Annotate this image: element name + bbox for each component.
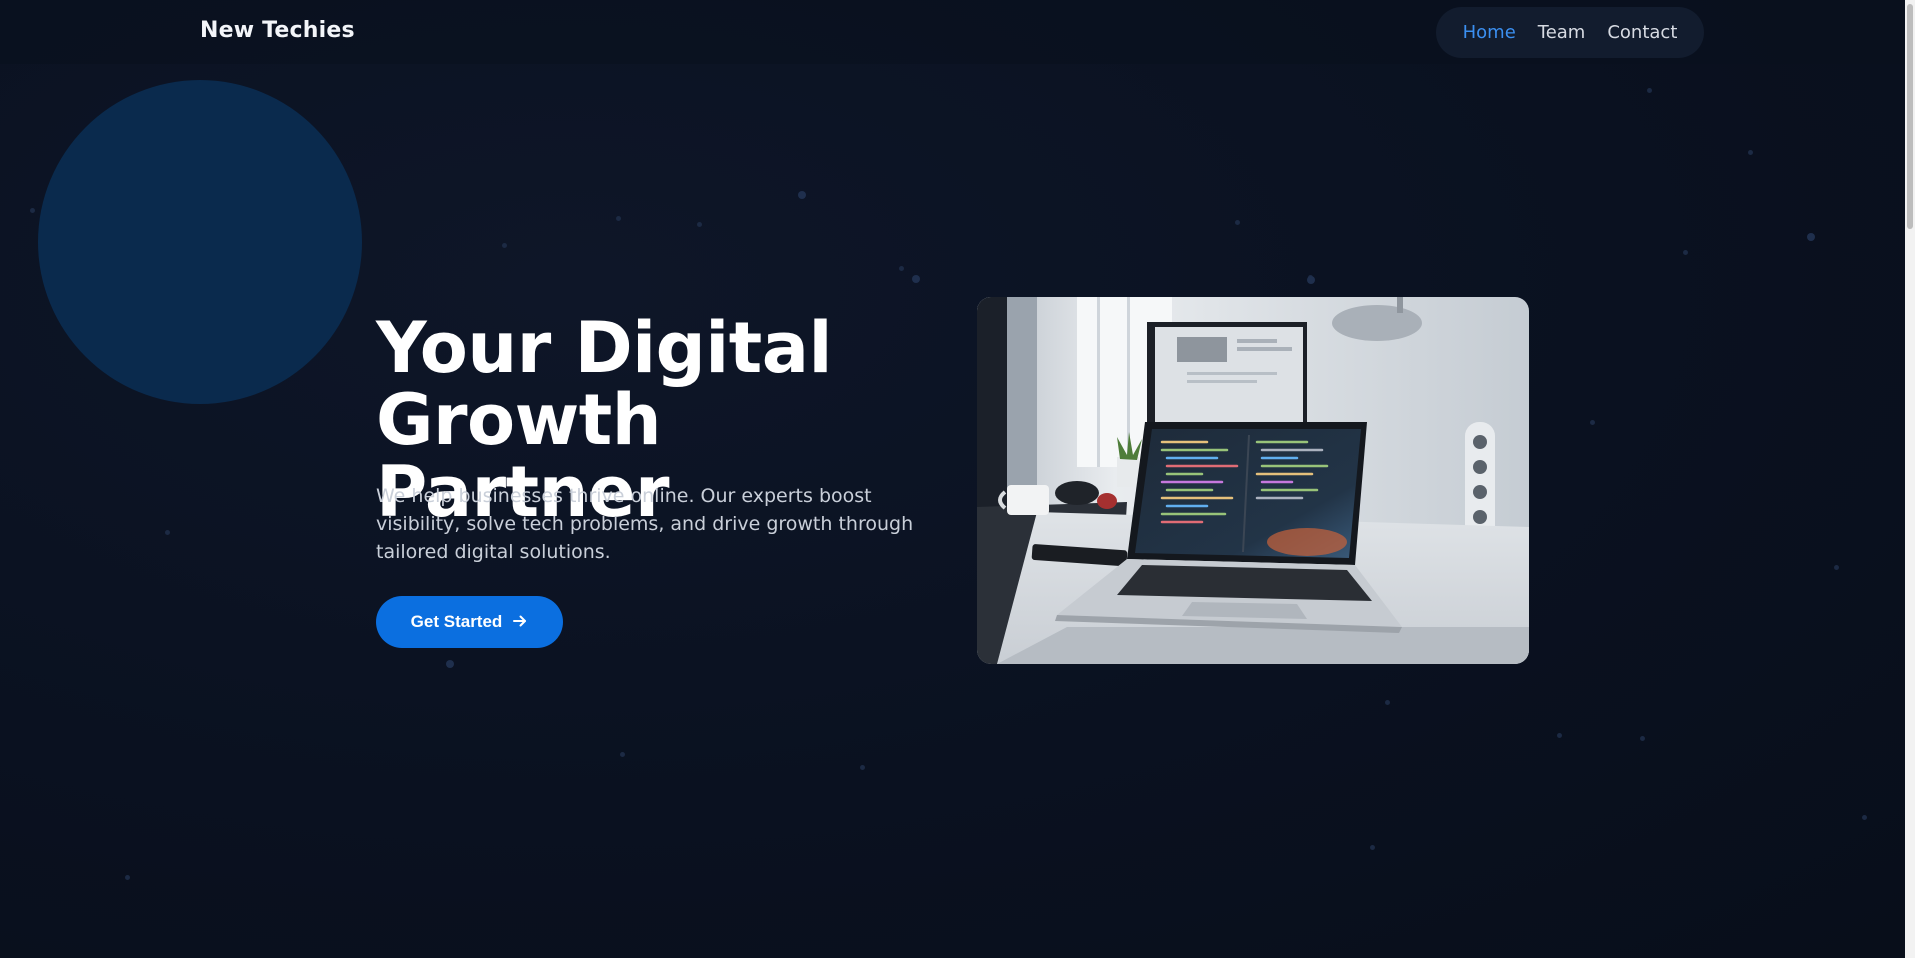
nav-item-team[interactable]: Team — [1527, 22, 1597, 43]
nav-item-home[interactable]: Home — [1452, 22, 1527, 43]
arrow-right-icon — [512, 613, 528, 632]
nav-item-contact[interactable]: Contact — [1596, 22, 1688, 43]
decorative-orb — [38, 80, 362, 404]
page-scrollbar-thumb[interactable] — [1907, 4, 1913, 229]
hero-description: We help businesses thrive online. Our ex… — [376, 485, 914, 563]
brand-logo-text[interactable]: New Techies — [200, 18, 355, 43]
primary-nav: Home Team Contact — [1436, 7, 1704, 58]
page: New Techies Home Team Contact Your Digit… — [0, 0, 1915, 958]
get-started-button[interactable]: Get Started — [376, 596, 563, 648]
hero-title-line-1: Your Digital — [376, 307, 832, 389]
hero-image-workspace-photo — [977, 297, 1529, 664]
top-navigation-bar: New Techies Home Team Contact — [0, 0, 1905, 64]
get-started-label: Get Started — [410, 612, 503, 631]
